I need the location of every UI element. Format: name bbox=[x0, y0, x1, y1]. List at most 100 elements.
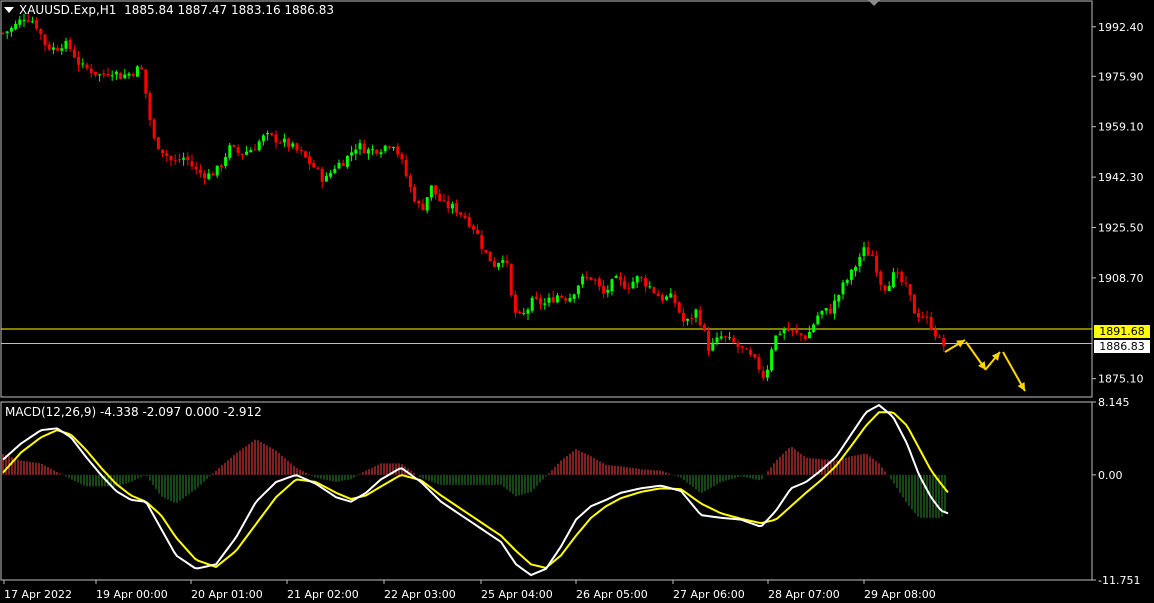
macd-main-line bbox=[2, 403, 949, 577]
candle-body bbox=[635, 276, 639, 283]
candle-body bbox=[459, 212, 463, 215]
candle-body bbox=[119, 72, 123, 79]
candle-body bbox=[442, 200, 446, 202]
candle-body bbox=[463, 215, 467, 219]
candle-body bbox=[585, 277, 589, 279]
candle-body bbox=[698, 309, 702, 325]
candle-body bbox=[631, 281, 635, 289]
candle-body bbox=[211, 173, 215, 176]
candle-body bbox=[421, 203, 425, 211]
symbol-header: XAUUSD.Exp,H1 1885.84 1887.47 1883.16 18… bbox=[19, 3, 334, 17]
candle-body bbox=[341, 162, 345, 166]
trading-chart[interactable]: 1992.40 1975.90 1959.10 1942.30 1925.50 1908.… bbox=[0, 0, 1154, 603]
candle-body bbox=[396, 146, 400, 155]
candle-body bbox=[156, 137, 160, 150]
candle-body bbox=[799, 333, 803, 336]
candle-body bbox=[627, 287, 631, 289]
candle-body bbox=[807, 332, 811, 339]
candle-body bbox=[198, 169, 202, 173]
candle-body bbox=[480, 235, 484, 249]
candle-body bbox=[257, 141, 261, 151]
candle-body bbox=[207, 173, 211, 180]
ohlc-values: 1885.84 1887.47 1883.16 1886.83 bbox=[124, 3, 335, 17]
candle-body bbox=[841, 282, 845, 295]
time-tick-label: 29 Apr 08:00 bbox=[864, 588, 936, 601]
candle-body bbox=[824, 308, 828, 311]
price-tick-label: 1992.40 bbox=[1098, 21, 1144, 34]
candle-body bbox=[728, 337, 732, 339]
candle-body bbox=[778, 333, 782, 335]
time-tick-label: 28 Apr 07:00 bbox=[768, 588, 840, 601]
candle-body bbox=[123, 74, 127, 79]
candle-body bbox=[320, 168, 324, 182]
candle-body bbox=[261, 135, 265, 142]
macd-plot[interactable] bbox=[2, 403, 949, 577]
candle-body bbox=[316, 167, 320, 169]
candle-body bbox=[299, 149, 303, 152]
candle-body bbox=[131, 74, 135, 76]
price-tick-label: 1959.10 bbox=[1098, 121, 1144, 134]
time-tick-label: 27 Apr 06:00 bbox=[673, 588, 745, 601]
time-tick-label: 22 Apr 03:00 bbox=[384, 588, 456, 601]
macd-header: MACD(12,26,9) -4.338 -2.097 0.000 -2.912 bbox=[5, 405, 262, 419]
price-tick-label: 1975.90 bbox=[1098, 70, 1144, 83]
candle-body bbox=[854, 266, 858, 271]
candle-body bbox=[215, 165, 219, 176]
candle-body bbox=[732, 337, 736, 343]
candle-body bbox=[308, 156, 312, 164]
candle-body bbox=[224, 157, 228, 167]
symbol-menu-triangle-icon[interactable] bbox=[4, 7, 14, 13]
candle-body bbox=[883, 285, 887, 291]
candle-body bbox=[505, 260, 509, 263]
candle-body bbox=[547, 297, 551, 303]
candle-body bbox=[707, 331, 711, 352]
candle-body bbox=[60, 48, 64, 51]
candle-body bbox=[921, 316, 925, 318]
time-tick-label: 25 Apr 04:00 bbox=[481, 588, 553, 601]
candle-body bbox=[686, 318, 690, 321]
candle-body bbox=[522, 313, 526, 315]
candle-body bbox=[93, 71, 97, 75]
candle-body bbox=[539, 298, 543, 305]
candle-body bbox=[602, 285, 606, 294]
candle-body bbox=[744, 348, 748, 350]
candle-body bbox=[690, 317, 694, 319]
candle-body bbox=[186, 156, 190, 161]
level-price-label: 1891.68 bbox=[1094, 325, 1150, 338]
candle-body bbox=[106, 74, 110, 76]
candle-body bbox=[354, 149, 358, 154]
time-tick-label: 19 Apr 00:00 bbox=[96, 588, 168, 601]
symbol-name: XAUUSD.Exp,H1 bbox=[19, 3, 117, 17]
time-tick-label: 26 Apr 05:00 bbox=[576, 588, 648, 601]
chart-shift-marker-icon[interactable] bbox=[868, 0, 880, 6]
candle-body bbox=[85, 64, 89, 69]
candle-body bbox=[72, 49, 76, 58]
candle-body bbox=[404, 159, 408, 176]
candle-body bbox=[694, 309, 698, 318]
macd-tick-label: 0.00 bbox=[1098, 469, 1123, 482]
macd-tick-label: -11.751 bbox=[1098, 574, 1140, 587]
candle-body bbox=[639, 277, 643, 279]
candle-body bbox=[543, 303, 547, 305]
price-plot[interactable] bbox=[1, 13, 1092, 392]
candle-body bbox=[148, 93, 152, 120]
candle-body bbox=[152, 119, 156, 139]
candle-body bbox=[786, 327, 790, 331]
candle-body bbox=[438, 193, 442, 201]
candle-body bbox=[656, 293, 660, 297]
candle-body bbox=[68, 40, 72, 49]
candle-body bbox=[610, 279, 614, 292]
candle-body bbox=[350, 152, 354, 156]
candle-body bbox=[51, 47, 55, 50]
candle-body bbox=[904, 282, 908, 284]
candle-body bbox=[677, 302, 681, 313]
candle-body bbox=[450, 203, 454, 209]
candle-body bbox=[606, 289, 610, 293]
candle-body bbox=[896, 272, 900, 274]
candle-body bbox=[9, 27, 13, 32]
candle-body bbox=[329, 172, 333, 177]
candle-body bbox=[862, 247, 866, 256]
candle-body bbox=[933, 329, 937, 337]
forecast-arrow bbox=[944, 339, 966, 353]
candle-body bbox=[471, 225, 475, 230]
